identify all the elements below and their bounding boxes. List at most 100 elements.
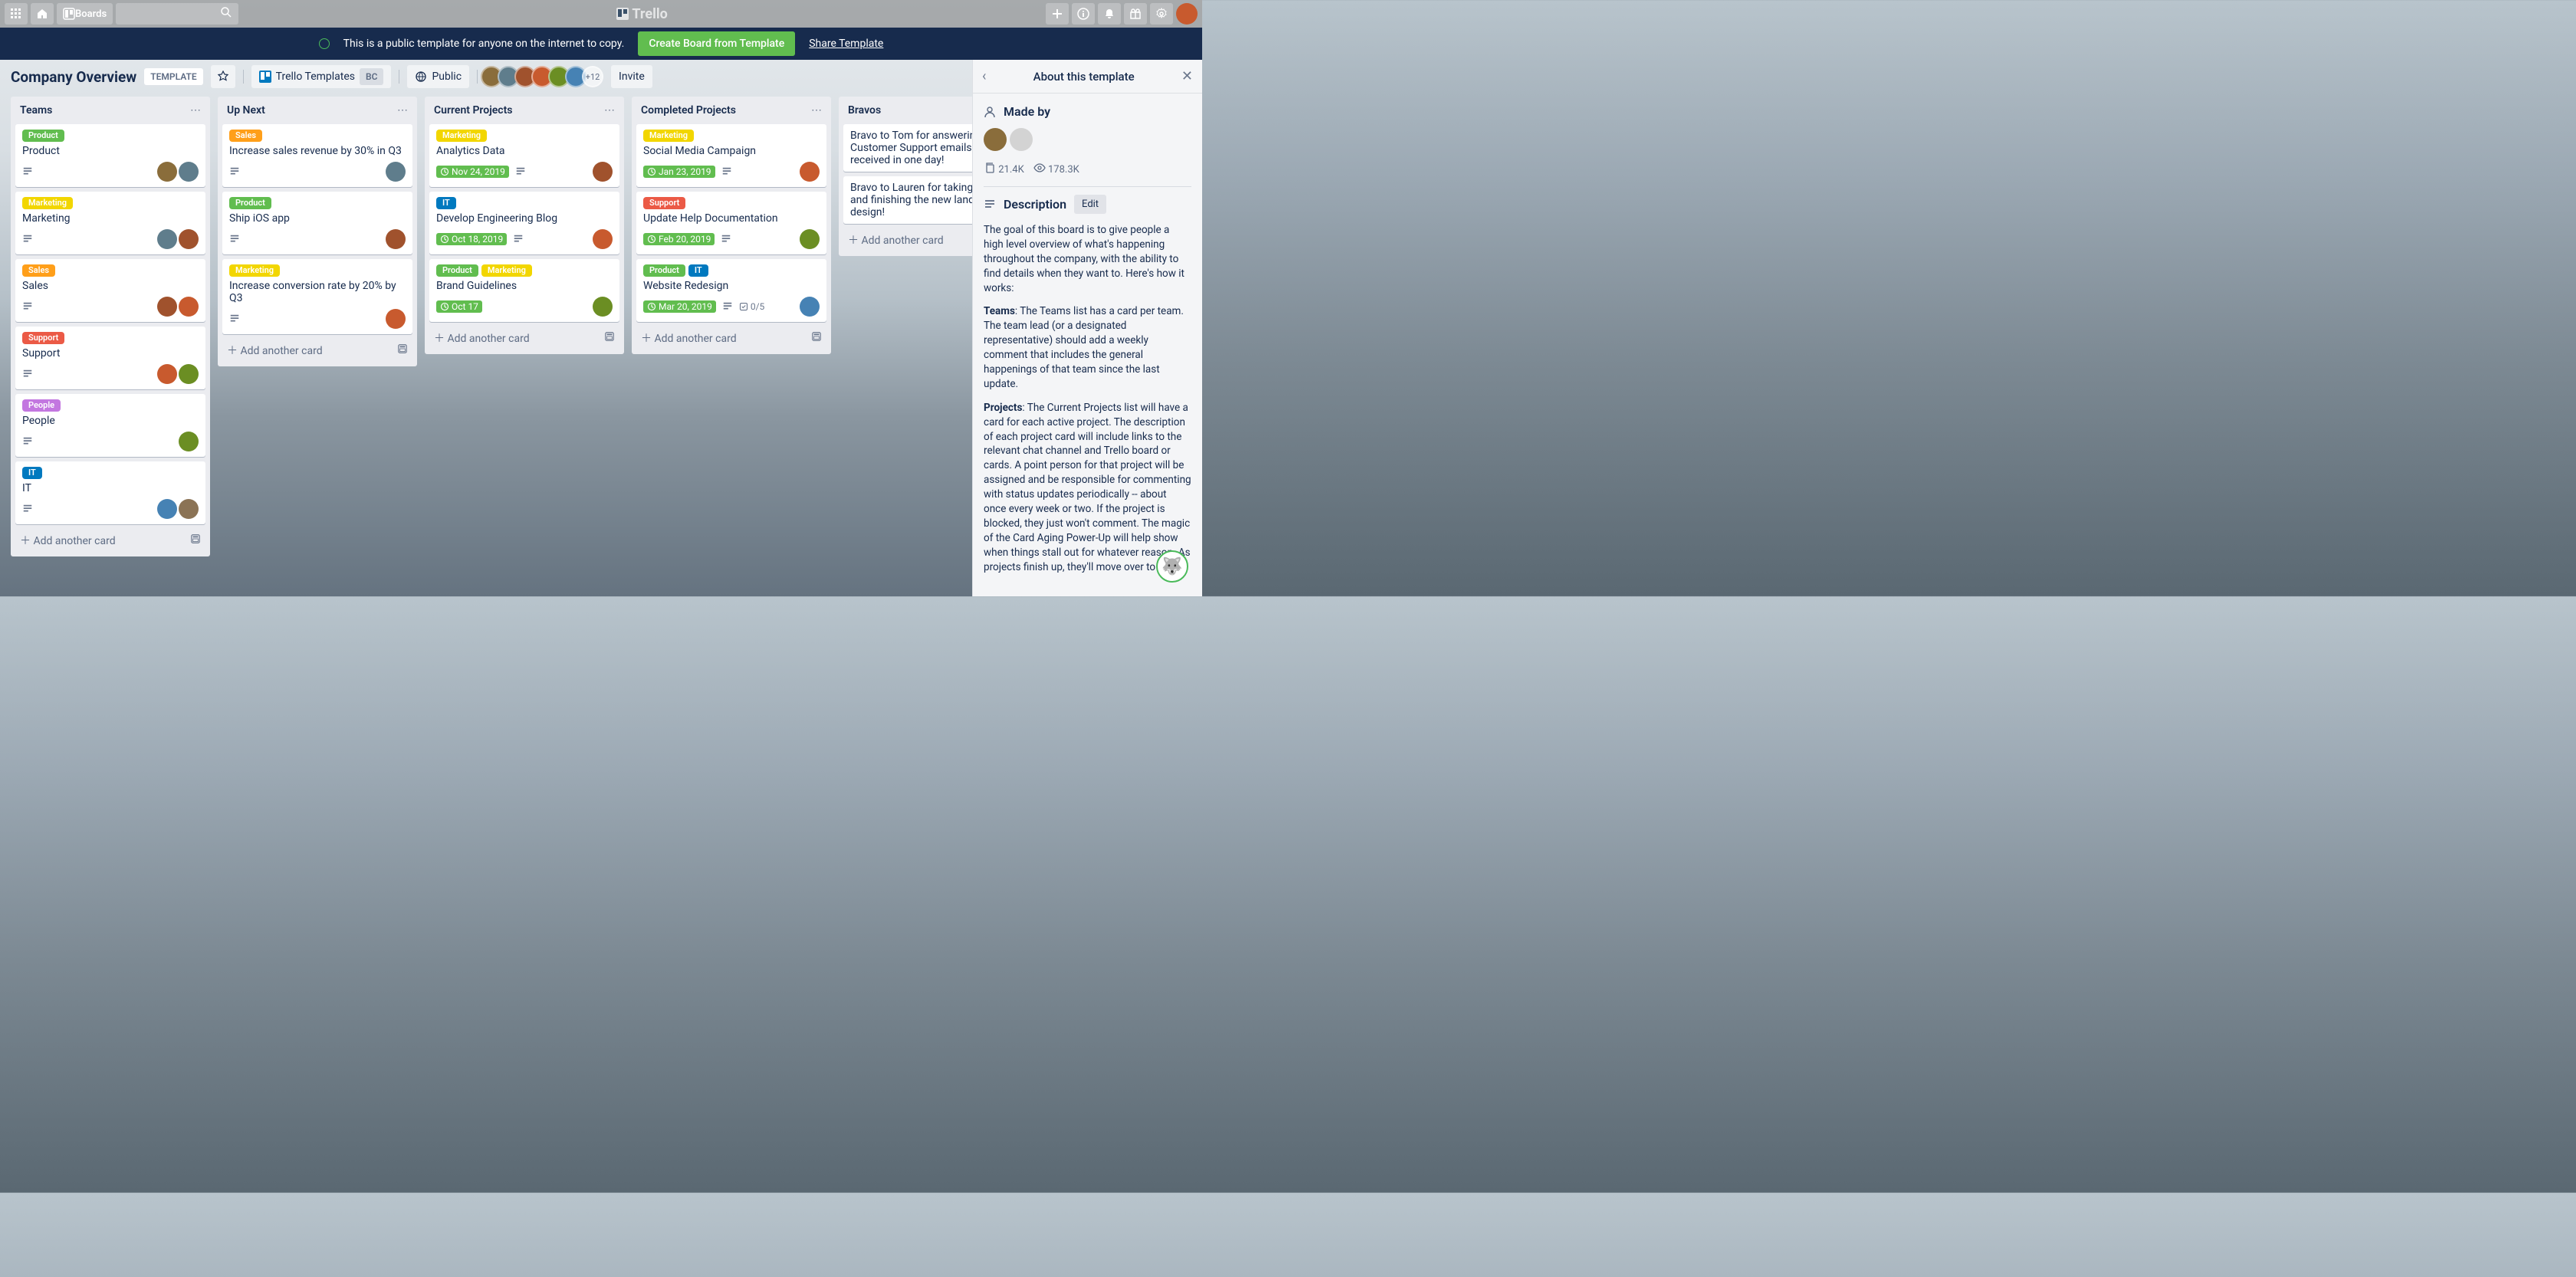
- card-member-avatar[interactable]: [157, 364, 177, 384]
- desc-badge: [515, 166, 526, 177]
- card-title: IT: [22, 482, 199, 494]
- card-labels: Product: [22, 130, 199, 142]
- list-menu-button[interactable]: ⋯: [190, 104, 201, 117]
- search-input[interactable]: [116, 3, 238, 25]
- clock-icon: [440, 302, 449, 311]
- board-members[interactable]: +12: [485, 66, 603, 87]
- card-footer: Nov 24, 2019: [436, 162, 613, 182]
- team-button[interactable]: Trello TemplatesBC: [251, 65, 392, 88]
- user-avatar[interactable]: [1176, 3, 1198, 25]
- card[interactable]: ITIT: [15, 461, 205, 524]
- trello-logo[interactable]: Trello: [242, 6, 1043, 22]
- add-card-button[interactable]: ＋ Add another card: [636, 327, 826, 350]
- apps-button[interactable]: [5, 3, 28, 25]
- home-button[interactable]: [31, 3, 54, 25]
- card[interactable]: MarketingIncrease conversion rate by 20%…: [222, 259, 412, 334]
- add-card-label: ＋ Add another card: [434, 330, 530, 346]
- views-stat: 178.3K: [1033, 162, 1079, 176]
- template-icon-button[interactable]: [604, 331, 615, 345]
- card-member-avatar[interactable]: [179, 297, 199, 317]
- card[interactable]: SalesSales: [15, 259, 205, 322]
- card[interactable]: MarketingSocial Media Campaign Jan 23, 2…: [636, 124, 826, 187]
- settings-button[interactable]: [1150, 3, 1173, 25]
- card-member-avatar[interactable]: [157, 297, 177, 317]
- description-header: Description Edit: [984, 195, 1191, 214]
- template-icon-button[interactable]: [811, 331, 822, 345]
- create-button[interactable]: [1046, 3, 1069, 25]
- add-card-button[interactable]: ＋ Add another card: [15, 529, 205, 552]
- card[interactable]: ProductShip iOS app: [222, 192, 412, 254]
- card-member-avatar[interactable]: [157, 162, 177, 182]
- add-card-button[interactable]: ＋ Add another card: [222, 339, 412, 362]
- list-menu-button[interactable]: ⋯: [811, 104, 822, 117]
- card-member-avatar[interactable]: [179, 432, 199, 451]
- create-from-template-button[interactable]: Create Board from Template: [638, 31, 795, 56]
- boards-button[interactable]: Boards: [57, 3, 113, 25]
- card[interactable]: SalesIncrease sales revenue by 30% in Q3: [222, 124, 412, 187]
- list-title[interactable]: Current Projects: [434, 104, 513, 117]
- card-member-avatar[interactable]: [179, 364, 199, 384]
- card-footer: Jan 23, 2019: [643, 162, 820, 182]
- card-badges: Oct 18, 2019: [436, 233, 524, 245]
- card[interactable]: ProductProduct: [15, 124, 205, 187]
- add-card-button[interactable]: ＋ Add another card: [429, 327, 619, 350]
- member-count[interactable]: +12: [582, 66, 603, 87]
- edit-description-button[interactable]: Edit: [1074, 195, 1106, 214]
- card-member-avatar[interactable]: [386, 309, 406, 329]
- card-member-avatar[interactable]: [179, 229, 199, 249]
- card[interactable]: SupportUpdate Help Documentation Feb 20,…: [636, 192, 826, 254]
- card[interactable]: SupportSupport: [15, 327, 205, 389]
- card-member-avatar[interactable]: [157, 499, 177, 519]
- list-title[interactable]: Teams: [20, 104, 52, 117]
- list-menu-button[interactable]: ⋯: [397, 104, 408, 117]
- card-footer: [229, 229, 406, 249]
- card[interactable]: ProductITWebsite Redesign Mar 20, 2019 0…: [636, 259, 826, 322]
- card[interactable]: ProductMarketingBrand Guidelines Oct 17: [429, 259, 619, 322]
- card-title: Analytics Data: [436, 145, 613, 157]
- card-member-avatar[interactable]: [593, 229, 613, 249]
- maker-avatar[interactable]: [984, 128, 1007, 151]
- card[interactable]: MarketingAnalytics Data Nov 24, 2019: [429, 124, 619, 187]
- sidebar-close-button[interactable]: ✕: [1181, 68, 1193, 84]
- invite-button[interactable]: Invite: [611, 65, 652, 88]
- card-member-avatar[interactable]: [386, 162, 406, 182]
- list-title[interactable]: Bravos: [848, 104, 881, 117]
- maker-avatar[interactable]: [1010, 128, 1033, 151]
- label-yellow: Marketing: [229, 264, 280, 277]
- list-title[interactable]: Completed Projects: [641, 104, 736, 117]
- card[interactable]: ITDevelop Engineering Blog Oct 18, 2019: [429, 192, 619, 254]
- sidebar-back-button[interactable]: ‹: [982, 68, 986, 84]
- made-by-header: Made by: [984, 104, 1191, 119]
- card-member-avatar[interactable]: [179, 162, 199, 182]
- card-member-avatar[interactable]: [593, 297, 613, 317]
- checklist-badge: 0/5: [739, 301, 764, 312]
- template-icon-button[interactable]: [190, 533, 201, 547]
- card[interactable]: MarketingMarketing: [15, 192, 205, 254]
- visibility-button[interactable]: Public: [407, 65, 469, 88]
- globe-icon: [319, 38, 330, 49]
- card-member-avatar[interactable]: [800, 297, 820, 317]
- card-member-avatar[interactable]: [800, 162, 820, 182]
- list-title[interactable]: Up Next: [227, 104, 265, 117]
- list: Completed Projects ⋯ MarketingSocial Media…: [632, 97, 831, 354]
- share-template-link[interactable]: Share Template: [809, 38, 883, 50]
- notifications-button[interactable]: [1098, 3, 1121, 25]
- gear-icon: [1155, 8, 1168, 20]
- info-button[interactable]: [1072, 3, 1095, 25]
- template-icon-button[interactable]: [397, 343, 408, 357]
- desc-badge: [22, 166, 33, 177]
- list-menu-button[interactable]: ⋯: [604, 104, 615, 117]
- gift-button[interactable]: [1124, 3, 1147, 25]
- card-member-avatar[interactable]: [179, 499, 199, 519]
- card[interactable]: PeoplePeople: [15, 394, 205, 457]
- about-sidebar: ‹ About this template ✕ Made by 21.4K 17…: [972, 60, 1202, 596]
- card-member-avatar[interactable]: [386, 229, 406, 249]
- card-member-avatar[interactable]: [800, 229, 820, 249]
- card-member-avatar[interactable]: [157, 229, 177, 249]
- card-members: [179, 432, 199, 451]
- bell-icon: [1103, 8, 1116, 20]
- star-button[interactable]: [211, 65, 235, 88]
- helper-button[interactable]: 🐺: [1156, 550, 1188, 583]
- board-title[interactable]: Company Overview: [11, 68, 136, 86]
- card-member-avatar[interactable]: [593, 162, 613, 182]
